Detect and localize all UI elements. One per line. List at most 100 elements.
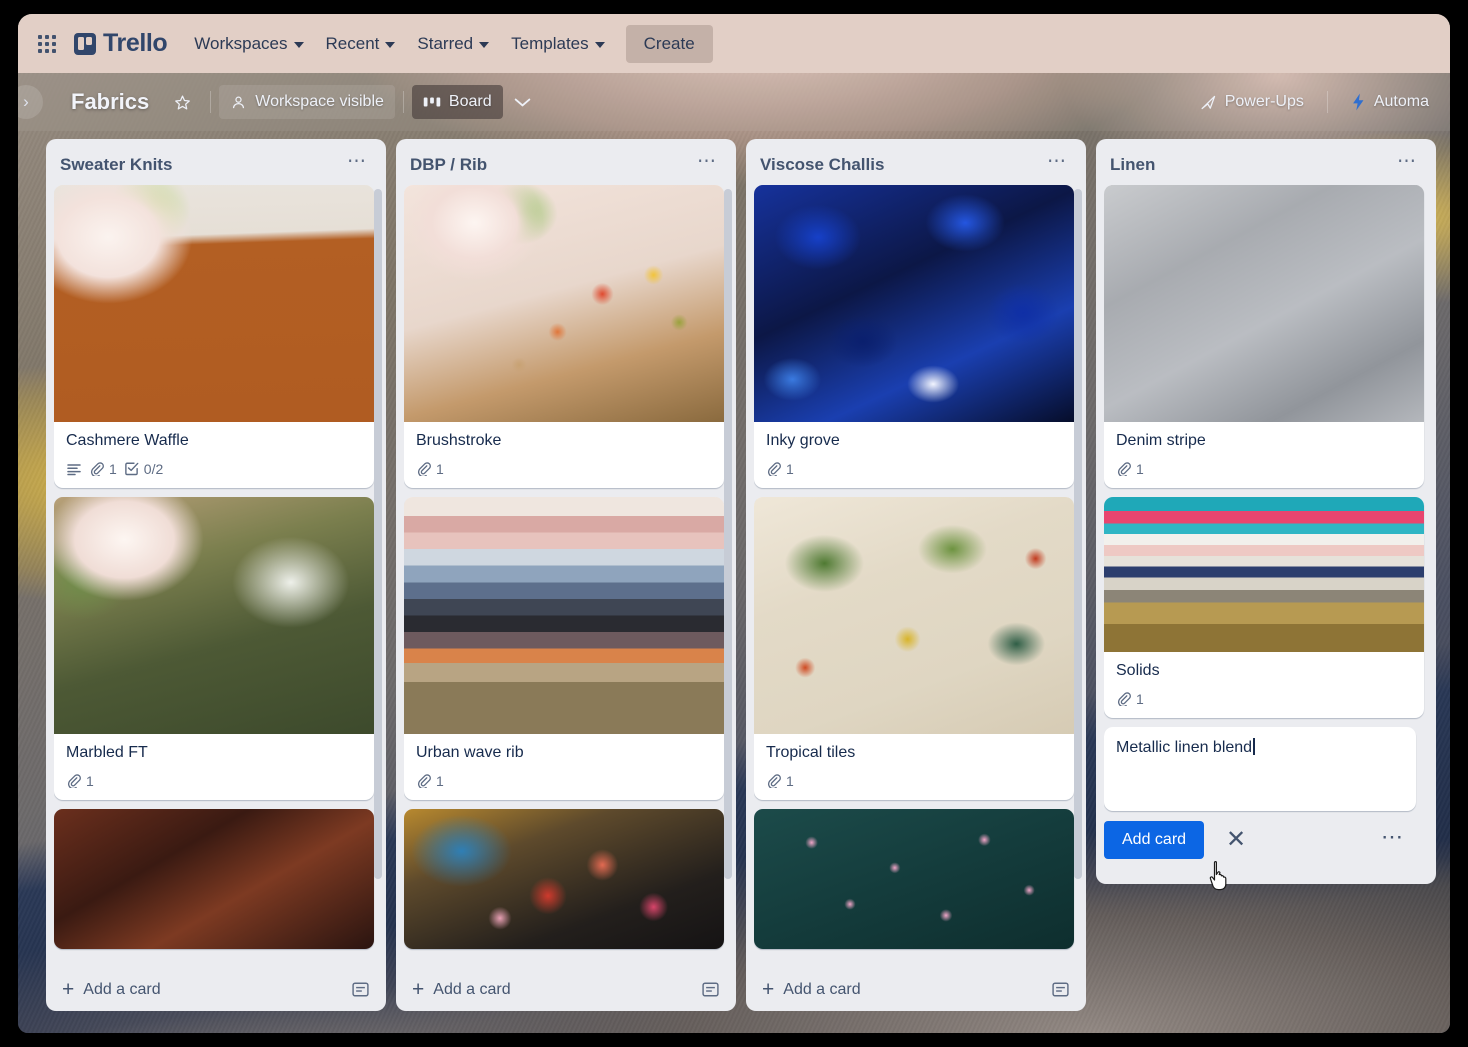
card-urban-wave-rib[interactable]: Urban wave rib 1 (404, 496, 724, 800)
card-brushstroke[interactable]: Brushstroke 1 (404, 185, 724, 488)
attachment-count: 1 (436, 460, 444, 477)
text-cursor (1253, 737, 1255, 755)
nav-starred-label: Starred (417, 33, 474, 53)
attachment-badge: 1 (766, 773, 794, 789)
new-card-title-value: Metallic linen blend (1116, 738, 1253, 756)
tab-board-view[interactable]: Board (411, 85, 503, 119)
paperclip-icon (67, 774, 81, 789)
checklist-icon (124, 462, 139, 476)
list-header: DBP / Rib ⋯ (404, 147, 732, 185)
list-actions-icon[interactable]: ⋯ (340, 152, 374, 175)
list-title[interactable]: DBP / Rib (410, 155, 690, 175)
composer-options-icon[interactable]: ⋯ (1371, 825, 1414, 851)
card-partial-bottom[interactable] (754, 808, 1074, 949)
board-visibility-label: Workspace visible (255, 93, 384, 110)
card-badges: 1 0/2 (66, 461, 362, 477)
add-card-button[interactable]: Add card (1104, 820, 1205, 859)
top-navigation-bar: Trello Workspaces Recent Starred Templat… (18, 14, 1450, 73)
card-marbled-ft[interactable]: Marbled FT 1 (54, 496, 374, 800)
list-cards: Inky grove 1 Tropical tiles 1 (754, 185, 1082, 970)
card-badges: 1 (1116, 461, 1412, 477)
card-tropical-tiles[interactable]: Tropical tiles 1 (754, 496, 1074, 800)
nav-recent-label: Recent (325, 33, 380, 53)
list-cards: Cashmere Waffle 1 0/2 Marbled FT 1 (54, 185, 382, 970)
paperclip-icon (90, 462, 104, 477)
browser-viewport: Trello Workspaces Recent Starred Templat… (18, 14, 1450, 1033)
card-template-icon[interactable] (351, 980, 370, 999)
nav-templates[interactable]: Templates (500, 26, 615, 62)
list-scrollbar[interactable] (724, 189, 732, 879)
card-title: Tropical tiles (766, 743, 856, 761)
board-header: › Fabrics Workspace visible Board Power-… (18, 73, 1450, 131)
card-cover-image (1104, 496, 1424, 652)
add-card-footer[interactable]: + Add a card (754, 970, 1082, 1011)
checklist-badge: 0/2 (124, 461, 163, 477)
list-actions-icon[interactable]: ⋯ (690, 152, 724, 175)
grid-apps-icon[interactable] (32, 29, 62, 59)
board-visibility-button[interactable]: Workspace visible (219, 85, 395, 119)
header-divider (1326, 91, 1328, 113)
header-divider (402, 91, 404, 113)
chevron-right-icon[interactable]: › (18, 85, 43, 119)
card-cover-image (404, 808, 724, 949)
paperclip-icon (1117, 462, 1131, 477)
card-partial-bottom[interactable] (54, 808, 374, 949)
composer-actions: Add card ✕ ⋯ (1104, 811, 1416, 871)
attachment-badge: 1 (1116, 691, 1144, 707)
nav-workspaces[interactable]: Workspaces (183, 26, 314, 62)
paperclip-icon (417, 462, 431, 477)
page-title[interactable]: Fabrics (63, 84, 157, 120)
paperclip-icon (417, 774, 431, 789)
list-scrollbar[interactable] (1074, 189, 1082, 879)
list-title[interactable]: Sweater Knits (60, 155, 340, 175)
card-body: Marbled FT 1 (54, 734, 374, 800)
nav-starred[interactable]: Starred (406, 26, 500, 62)
plus-icon: + (62, 977, 75, 1001)
new-card-title-input[interactable]: Metallic linen blend (1104, 726, 1416, 811)
close-x-icon[interactable]: ✕ (1218, 826, 1254, 854)
card-solids[interactable]: Solids 1 (1104, 496, 1424, 718)
add-card-label: Add a card (433, 980, 511, 998)
card-body: Cashmere Waffle 1 0/2 (54, 422, 374, 488)
chevron-down-icon (293, 42, 304, 48)
add-card-footer[interactable]: + Add a card (54, 970, 382, 1011)
card-template-icon[interactable] (1051, 980, 1070, 999)
create-button[interactable]: Create (625, 24, 713, 63)
star-outline-icon[interactable] (163, 86, 202, 119)
list-actions-icon[interactable]: ⋯ (1040, 152, 1074, 175)
power-ups-button[interactable]: Power-Ups (1189, 85, 1315, 119)
card-cashmere-waffle[interactable]: Cashmere Waffle 1 0/2 (54, 185, 374, 488)
nav-workspaces-label: Workspaces (194, 33, 288, 53)
list-cards: Denim stripe 1 Solids 1 Metallic linen b… (1104, 185, 1432, 884)
workspace-people-icon (233, 96, 245, 108)
card-badges: 1 (766, 773, 1062, 789)
card-cover-image (54, 808, 374, 949)
list-header: Viscose Challis ⋯ (754, 147, 1082, 185)
card-title: Marbled FT (66, 743, 148, 761)
board-columns-icon (423, 97, 441, 107)
card-cover-image (404, 496, 724, 734)
card-badges: 1 (66, 773, 362, 789)
board-lists-canvas[interactable]: Sweater Knits ⋯ Cashmere Waffle 1 0/2 Ma… (18, 131, 1450, 1033)
trello-logo-icon (74, 32, 96, 55)
card-body: Denim stripe 1 (1104, 422, 1424, 488)
card-partial-bottom[interactable] (404, 808, 724, 949)
add-card-footer[interactable]: + Add a card (404, 970, 732, 1011)
card-inky-grove[interactable]: Inky grove 1 (754, 185, 1074, 488)
list-actions-icon[interactable]: ⋯ (1390, 152, 1424, 175)
card-badges: 1 (1116, 691, 1412, 707)
card-badges: 1 (416, 773, 712, 789)
card-template-icon[interactable] (701, 980, 720, 999)
card-denim-stripe[interactable]: Denim stripe 1 (1104, 185, 1424, 488)
nav-recent[interactable]: Recent (315, 26, 407, 62)
automation-button[interactable]: Automa (1340, 85, 1440, 119)
card-composer: Metallic linen blend Add card ✕ ⋯ (1104, 726, 1424, 871)
view-switcher-dropdown[interactable] (503, 89, 542, 116)
card-cover-image (404, 185, 724, 422)
list-scrollbar[interactable] (374, 189, 382, 879)
attachment-count: 1 (1136, 690, 1144, 707)
list-title[interactable]: Linen (1110, 155, 1390, 175)
trello-home-link[interactable]: Trello (74, 29, 168, 58)
card-cover-image (754, 185, 1074, 422)
list-title[interactable]: Viscose Challis (760, 155, 1040, 175)
